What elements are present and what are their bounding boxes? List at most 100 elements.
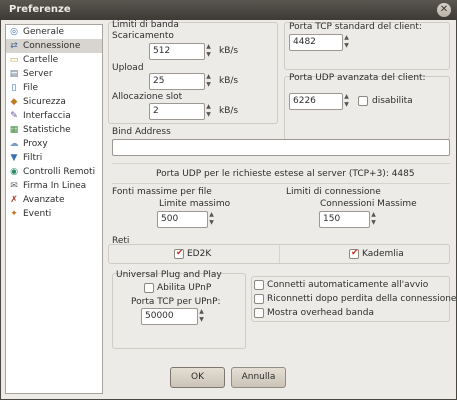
sidebar-item-label: Statistiche — [23, 125, 71, 135]
separator — [279, 245, 280, 263]
sidebar-item-server[interactable]: ▤ Server — [6, 67, 102, 81]
globe-icon: ◎ — [10, 27, 18, 37]
spin-down-icon[interactable]: ▼ — [198, 316, 205, 324]
max-sources-input[interactable]: 500 — [157, 211, 208, 228]
spin-down-icon[interactable]: ▼ — [208, 219, 215, 227]
sidebar-item-label: Server — [23, 69, 53, 79]
tcp-port-label: Porta TCP standard del client: — [289, 22, 422, 32]
spin-up-icon[interactable]: ▲ — [205, 73, 212, 81]
sidebar-item-connessione[interactable]: ⇄ Connessione — [6, 39, 102, 53]
spin-up-icon[interactable]: ▲ — [370, 211, 377, 219]
spin-down-icon[interactable]: ▼ — [205, 111, 212, 119]
title-bar: Preferenze ✕ — [0, 0, 457, 20]
window-title: Preferenze — [9, 4, 71, 15]
sidebar-item-interfaccia[interactable]: ✎ Interfaccia — [6, 109, 102, 123]
spin-up-icon[interactable]: ▲ — [343, 34, 350, 42]
sidebar-item-firma-in-linea[interactable]: ✉ Firma In Linea — [6, 179, 102, 193]
spin-up-icon[interactable]: ▲ — [198, 308, 205, 316]
max-connections-spinner[interactable]: ▲ ▼ — [370, 211, 377, 228]
download-unit: kB/s — [219, 46, 239, 56]
kademlia-label: Kademlia — [362, 249, 404, 259]
sidebar-item-file[interactable]: ▯ File — [6, 81, 102, 95]
upload-limit-input[interactable]: 25 — [149, 73, 205, 90]
download-label: Scaricamento — [112, 31, 174, 41]
spin-up-icon[interactable]: ▲ — [205, 103, 212, 111]
statistics-icon: ▦ — [9, 125, 19, 135]
show-overhead-checkbox[interactable] — [254, 308, 264, 318]
connection-icon: ⇄ — [10, 41, 18, 51]
slot-label: Allocazione slot — [112, 92, 183, 102]
udp-port-input[interactable]: 6226 — [289, 93, 343, 110]
ed2k-checkbox[interactable] — [174, 248, 184, 259]
kademlia-checkbox[interactable] — [349, 248, 359, 259]
download-limit-spinner[interactable]: ▲ ▼ — [205, 43, 212, 60]
spin-down-icon[interactable]: ▼ — [370, 219, 377, 227]
spin-up-icon[interactable]: ▲ — [343, 93, 350, 101]
autoconnect-label: Connetti automaticamente all'avvio — [267, 280, 429, 290]
bind-address-label: Bind Address — [112, 127, 171, 137]
slot-unit: kB/s — [219, 106, 239, 116]
sidebar-item-label: Controlli Remoti — [23, 167, 96, 177]
folder-icon: ▭ — [9, 55, 19, 65]
sidebar-item-eventi[interactable]: ✦ Eventi — [6, 207, 102, 221]
sidebar-item-proxy[interactable]: ☁ Proxy — [6, 137, 102, 151]
upload-unit: kB/s — [219, 76, 239, 86]
sidebar-item-label: Filtri — [23, 153, 43, 163]
interface-icon: ✎ — [10, 111, 18, 121]
remote-control-icon: ◉ — [10, 167, 18, 177]
sidebar-item-label: Firma In Linea — [23, 181, 87, 191]
udp-port-label: Porta UDP avanzata del client: — [289, 73, 426, 83]
sidebar-item-label: Generale — [23, 27, 65, 37]
conn-limits-title: Limiti di connessione — [286, 187, 381, 197]
sidebar-item-controlli-remoti[interactable]: ◉ Controlli Remoti — [6, 165, 102, 179]
upnp-enable-checkbox[interactable] — [144, 283, 154, 293]
udp-extended-note: Porta UDP per le richieste estese al ser… — [156, 169, 415, 179]
autoconnect-checkbox[interactable] — [254, 280, 264, 290]
sidebar-item-avanzate[interactable]: ✗ Avanzate — [6, 193, 102, 207]
slot-allocation-input[interactable]: 2 — [149, 103, 205, 120]
sidebar-item-label: Avanzate — [23, 195, 65, 205]
sidebar-item-cartelle[interactable]: ▭ Cartelle — [6, 53, 102, 67]
sidebar-item-generale[interactable]: ◎ Generale — [6, 25, 102, 39]
spin-up-icon[interactable]: ▲ — [208, 211, 215, 219]
reconnect-checkbox[interactable] — [254, 294, 264, 304]
upnp-port-input[interactable]: 50000 — [141, 308, 198, 325]
slot-allocation-spinner[interactable]: ▲ ▼ — [205, 103, 212, 120]
ed2k-label: ED2K — [187, 249, 212, 259]
bind-address-input[interactable] — [112, 139, 450, 156]
sidebar-item-statistiche[interactable]: ▦ Statistiche — [6, 123, 102, 137]
separator — [112, 183, 450, 184]
upnp-title: Universal Plug and Play — [116, 270, 222, 280]
download-limit-input[interactable]: 512 — [149, 43, 205, 60]
ok-button[interactable]: OK — [170, 367, 225, 388]
tcp-port-spinner[interactable]: ▲ ▼ — [343, 34, 350, 51]
udp-disable-checkbox[interactable] — [358, 96, 368, 106]
spin-down-icon[interactable]: ▼ — [343, 101, 350, 109]
sidebar-item-label: Sicurezza — [23, 97, 66, 107]
max-sources-spinner[interactable]: ▲ ▼ — [208, 211, 215, 228]
upnp-port-spinner[interactable]: ▲ ▼ — [198, 308, 205, 325]
filter-icon: ▼ — [10, 153, 18, 163]
sidebar-item-label: Interfaccia — [23, 111, 71, 121]
max-connections-input[interactable]: 150 — [319, 211, 370, 228]
upnp-enable-label: Abilita UPnP — [157, 283, 212, 293]
max-sources-label: Limite massimo — [159, 199, 231, 209]
sidebar-item-sicurezza[interactable]: ◆ Sicurezza — [6, 95, 102, 109]
spin-down-icon[interactable]: ▼ — [205, 51, 212, 59]
cancel-button[interactable]: Annulla — [231, 367, 286, 388]
sidebar-item-label: Proxy — [23, 139, 48, 149]
spin-up-icon[interactable]: ▲ — [205, 43, 212, 51]
sidebar-item-filtri[interactable]: ▼ Filtri — [6, 151, 102, 165]
spin-down-icon[interactable]: ▼ — [205, 81, 212, 89]
sidebar-item-label: Eventi — [23, 209, 52, 219]
udp-port-spinner[interactable]: ▲ ▼ — [343, 93, 350, 110]
reconnect-label: Riconnetti dopo perdita della connession… — [267, 294, 457, 304]
close-icon[interactable]: ✕ — [437, 3, 451, 17]
upnp-port-label: Porta TCP per UPnP: — [131, 297, 221, 307]
spin-down-icon[interactable]: ▼ — [343, 42, 350, 50]
sidebar: ◎ Generale ⇄ Connessione ▭ Cartelle ▤ Server… — [5, 24, 103, 394]
bandwidth-title: Limiti di banda — [112, 20, 179, 30]
proxy-icon: ☁ — [9, 139, 19, 149]
tcp-port-input[interactable]: 4482 — [289, 34, 343, 51]
upload-limit-spinner[interactable]: ▲ ▼ — [205, 73, 212, 90]
